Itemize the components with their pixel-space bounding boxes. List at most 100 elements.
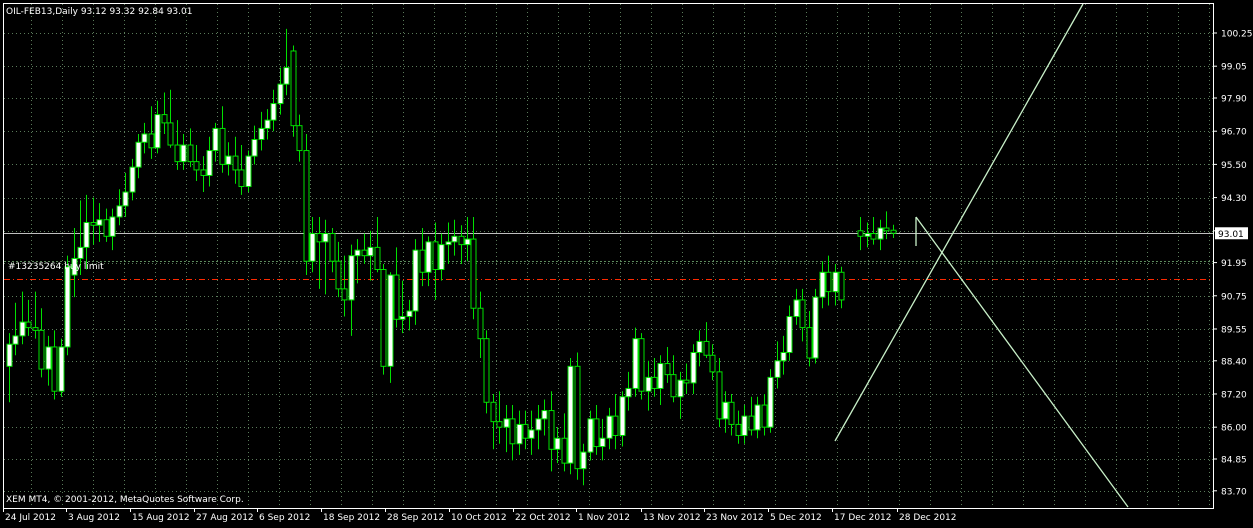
- candle-body: [612, 415, 619, 436]
- candle: [832, 263, 839, 306]
- candle-body: [425, 241, 432, 273]
- candle: [245, 150, 252, 193]
- candle: [309, 216, 316, 273]
- candle-body: [522, 423, 529, 439]
- candle-body: [251, 138, 258, 157]
- candle: [470, 216, 477, 320]
- candle: [38, 308, 45, 378]
- candle: [296, 114, 303, 162]
- candle-body: [341, 288, 348, 301]
- candle-body: [490, 401, 497, 423]
- candle: [567, 358, 574, 475]
- candle-body: [786, 316, 793, 353]
- candle: [264, 109, 271, 140]
- candle-body: [25, 321, 32, 329]
- candle: [767, 369, 774, 433]
- candle: [432, 222, 439, 300]
- price-chart[interactable]: 100.2599.0597.9096.7095.5094.3093.1091.9…: [0, 0, 1253, 524]
- time-tick-label: 3 Aug 2012: [68, 513, 120, 523]
- candle: [864, 222, 871, 248]
- candle: [838, 266, 845, 309]
- candle: [161, 92, 168, 134]
- candle: [709, 344, 716, 381]
- candle-body: [477, 307, 484, 340]
- candle: [825, 255, 832, 306]
- candle-body: [64, 266, 71, 348]
- candle: [122, 172, 129, 217]
- candle-body: [458, 235, 465, 246]
- candle-body: [599, 437, 606, 448]
- candle-body: [838, 271, 845, 301]
- candle: [664, 346, 671, 383]
- candle: [135, 133, 142, 179]
- candle-body: [367, 246, 374, 257]
- candle: [451, 219, 458, 256]
- bid-price-label: 93.01: [1218, 230, 1244, 240]
- candle-body: [361, 249, 368, 257]
- candle-body: [154, 114, 161, 149]
- candle-body: [51, 346, 58, 392]
- candle-body: [683, 379, 690, 384]
- candle: [148, 106, 155, 159]
- candle-body: [419, 249, 426, 273]
- candle: [599, 418, 606, 461]
- candle: [651, 358, 658, 397]
- candle-body: [748, 415, 755, 431]
- candle-body: [316, 233, 323, 243]
- candle: [283, 28, 290, 96]
- candle: [25, 299, 32, 336]
- trendline-fan-up[interactable]: [834, 3, 1084, 442]
- candle-body: [806, 327, 813, 359]
- candle: [528, 410, 535, 455]
- candle-body: [503, 418, 510, 428]
- candle-body: [432, 241, 439, 271]
- time-tick-label: 10 Oct 2012: [451, 513, 507, 523]
- candle-body: [574, 365, 581, 470]
- candle: [348, 244, 355, 336]
- candle-body: [109, 216, 116, 237]
- candle: [367, 230, 374, 281]
- order-label[interactable]: #13235264 buy limit: [8, 262, 104, 272]
- candle: [393, 247, 400, 328]
- candle-body: [38, 329, 45, 370]
- candle: [728, 393, 735, 436]
- candle-body: [200, 169, 207, 176]
- candle-body: [657, 363, 664, 389]
- price-tick-label: 89.55: [1221, 325, 1247, 335]
- candle: [45, 335, 52, 386]
- price-tick-label: 95.50: [1221, 161, 1247, 171]
- candle-body: [645, 376, 652, 392]
- candle: [793, 288, 800, 325]
- candle-body: [793, 299, 800, 318]
- candle-body: [116, 205, 123, 218]
- candle-body: [857, 230, 864, 237]
- price-tick-label: 83.70: [1221, 487, 1247, 497]
- candle-body: [122, 191, 129, 207]
- price-tick-label: 87.20: [1221, 390, 1247, 400]
- candle: [870, 216, 877, 245]
- candle: [619, 391, 626, 447]
- candles: [6, 28, 897, 486]
- time-tick-label: 6 Sep 2012: [259, 513, 310, 523]
- candle: [238, 145, 245, 195]
- candle-body: [567, 365, 574, 464]
- candle: [670, 355, 677, 403]
- candle-body: [864, 233, 871, 237]
- candle-body: [580, 451, 587, 470]
- candle-body: [870, 233, 877, 240]
- candle: [116, 189, 123, 226]
- candle-body: [245, 155, 252, 188]
- price-tick-label: 96.70: [1221, 128, 1247, 138]
- candle: [374, 216, 381, 273]
- candle-body: [541, 410, 548, 420]
- price-tick-label: 94.30: [1221, 194, 1247, 204]
- candle-body: [296, 125, 303, 152]
- candle-body: [445, 241, 452, 246]
- candle-body: [677, 379, 684, 398]
- price-tick-label: 84.85: [1221, 455, 1247, 465]
- candle: [612, 393, 619, 450]
- candle: [483, 330, 490, 414]
- trendlines[interactable]: [834, 3, 1129, 508]
- candle: [32, 291, 39, 339]
- candle-body: [290, 50, 297, 127]
